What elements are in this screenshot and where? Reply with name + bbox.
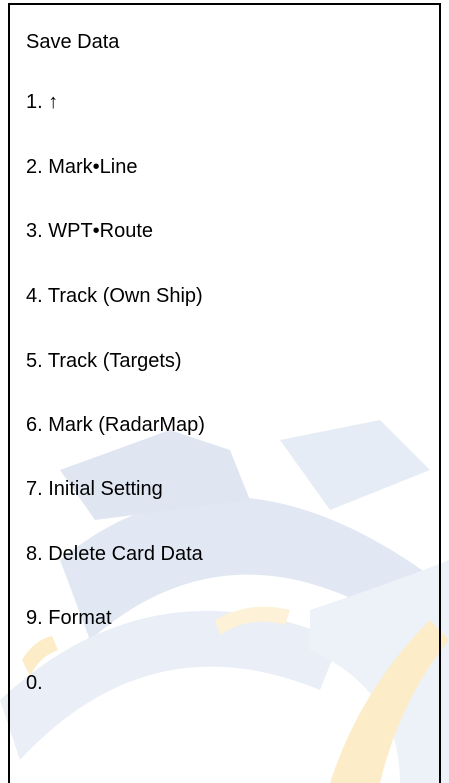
- menu-panel: [8, 3, 441, 783]
- menu-item-1[interactable]: 1. ↑: [26, 90, 58, 114]
- menu-item-3[interactable]: 3. WPT•Route: [26, 219, 153, 243]
- menu-item-2[interactable]: 2. Mark•Line: [26, 155, 138, 179]
- menu-title: Save Data: [26, 31, 120, 53]
- menu-item-9[interactable]: 9. Format: [26, 606, 112, 630]
- menu-item-0[interactable]: 0.: [26, 671, 43, 695]
- menu-item-6[interactable]: 6. Mark (RadarMap): [26, 413, 205, 437]
- screen: Save Data 1. ↑ 2. Mark•Line 3. WPT•Route…: [0, 0, 449, 783]
- menu-item-5[interactable]: 5. Track (Targets): [26, 349, 182, 373]
- menu-item-8[interactable]: 8. Delete Card Data: [26, 542, 203, 566]
- menu-item-7[interactable]: 7. Initial Setting: [26, 477, 163, 501]
- menu-item-4[interactable]: 4. Track (Own Ship): [26, 284, 203, 308]
